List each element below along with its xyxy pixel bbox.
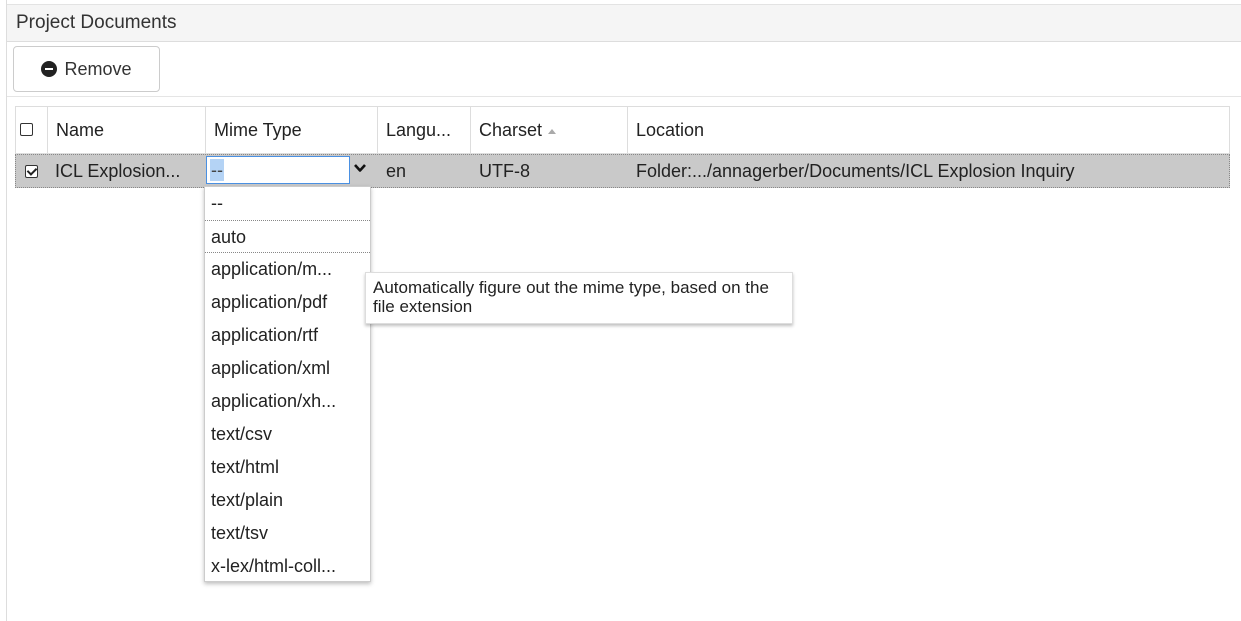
tooltip: Automatically figure out the mime type, … [365, 272, 793, 324]
column-header-charset-label: Charset [479, 120, 543, 140]
panel-title: Project Documents [7, 4, 1241, 42]
table-header: Name Mime Type Langu... Charset Location [15, 106, 1230, 154]
mime-option[interactable]: auto [205, 220, 370, 253]
row-location: Folder:.../annagerber/Documents/ICL Expl… [636, 161, 1075, 181]
mime-type-select-value: -- [210, 159, 224, 181]
mime-option[interactable]: text/tsv [205, 517, 370, 550]
mime-option[interactable]: application/rtf [205, 319, 370, 352]
mime-option[interactable]: application/xml [205, 352, 370, 385]
column-header-location[interactable]: Location [627, 107, 1229, 153]
remove-button[interactable]: Remove [13, 46, 160, 92]
chevron-down-icon[interactable] [354, 162, 366, 174]
sort-ascending-icon [548, 129, 557, 134]
table-row[interactable]: ICL Explosion... en UTF-8 Folder:.../ann… [15, 154, 1230, 188]
row-language: en [386, 161, 407, 181]
mime-option[interactable]: -- [205, 187, 370, 220]
mime-type-dropdown: -- auto application/m... application/pdf… [204, 186, 371, 582]
mime-option[interactable]: text/html [205, 451, 370, 484]
toolbar-divider [7, 96, 1241, 97]
mime-option[interactable]: text/csv [205, 418, 370, 451]
minus-circle-icon [41, 61, 58, 77]
mime-option[interactable]: application/m... [205, 253, 370, 286]
mime-option[interactable]: x-lex/html-coll... [205, 550, 370, 583]
row-charset: UTF-8 [479, 161, 530, 181]
mime-type-select[interactable]: -- [206, 156, 350, 184]
row-name: ICL Explosion... [55, 161, 181, 181]
remove-button-label: Remove [64, 59, 132, 79]
mime-option[interactable]: text/plain [205, 484, 370, 517]
column-header-mime-type[interactable]: Mime Type [205, 107, 377, 153]
mime-option[interactable]: application/pdf [205, 286, 370, 319]
select-all-cell [16, 107, 47, 153]
row-checkbox-checked[interactable] [25, 165, 38, 178]
column-header-charset[interactable]: Charset [470, 107, 627, 153]
select-all-checkbox[interactable] [20, 123, 33, 136]
column-header-name[interactable]: Name [47, 107, 205, 153]
column-header-language[interactable]: Langu... [377, 107, 470, 153]
mime-option[interactable]: application/xh... [205, 385, 370, 418]
